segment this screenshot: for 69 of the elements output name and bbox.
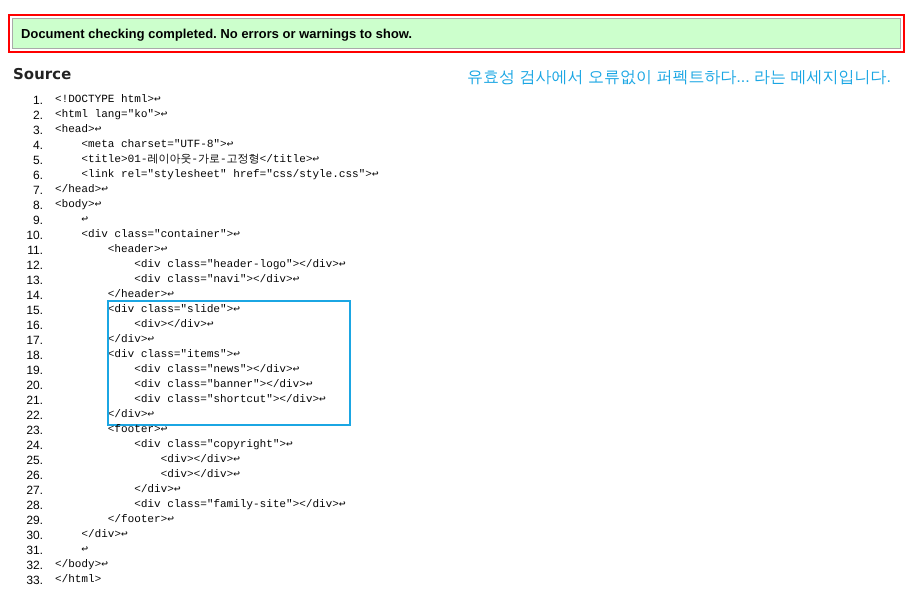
line-number: 5. — [32, 153, 44, 168]
code-line: <body>↩ — [55, 198, 102, 213]
line-number: 15. — [25, 303, 44, 318]
line-number: 10. — [25, 228, 44, 243]
line-number: 2. — [32, 108, 44, 123]
code-line: </body>↩ — [55, 558, 108, 573]
code-line: <meta charset="UTF-8">↩ — [80, 138, 234, 153]
code-line: <div class="copyright">↩ — [133, 438, 293, 453]
line-number: 23. — [25, 423, 44, 438]
code-line: <header>↩ — [106, 243, 168, 258]
success-message: Document checking completed. No errors or warnings to show. — [12, 18, 901, 49]
code-line: <!DOCTYPE html>↩ — [55, 93, 161, 108]
code-line: </div>↩ — [106, 408, 154, 423]
line-number: 12. — [25, 258, 44, 273]
code-line: <div class="header-logo"></div>↩ — [133, 258, 346, 273]
code-line: <html lang="ko">↩ — [55, 108, 168, 123]
line-number: 9. — [32, 213, 44, 228]
code-line: <div></div>↩ — [160, 468, 240, 483]
code-line: <div class="container">↩ — [80, 228, 240, 243]
line-number: 32. — [25, 558, 44, 573]
code-line: </div>↩ — [80, 528, 128, 543]
code-line: </footer>↩ — [106, 513, 174, 528]
line-number: 1. — [32, 93, 44, 108]
code-line: </head>↩ — [55, 183, 108, 198]
line-number: 28. — [25, 498, 44, 513]
code-line: <div class="family-site"></div>↩ — [133, 498, 346, 513]
code-line: <head>↩ — [55, 123, 102, 138]
code-line: <link rel="stylesheet" href="css/style.css">↩ — [80, 168, 378, 183]
code-line: <div></div>↩ — [133, 318, 214, 333]
line-number: 18. — [25, 348, 44, 363]
line-number: 19. — [25, 363, 44, 378]
line-number: 3. — [32, 123, 44, 138]
code-line: <div class="items">↩ — [106, 348, 240, 363]
line-number: 26. — [25, 468, 44, 483]
line-number: 14. — [25, 288, 44, 303]
line-number: 17. — [25, 333, 44, 348]
line-number: 16. — [25, 318, 44, 333]
annotation-text: 유효성 검사에서 오류없이 퍼펙트하다... 라는 메세지입니다. — [466, 68, 891, 88]
code-line: <footer>↩ — [106, 423, 168, 438]
code-line: ↩ — [80, 213, 88, 228]
line-number: 33. — [25, 573, 44, 588]
line-number: 4. — [32, 138, 44, 153]
line-number: 20. — [25, 378, 44, 393]
line-number: 24. — [25, 438, 44, 453]
line-number: 11. — [26, 243, 44, 258]
line-number: 31. — [25, 543, 44, 558]
line-number: 22. — [25, 408, 44, 423]
line-number: 30. — [25, 528, 44, 543]
line-number: 27. — [25, 483, 44, 498]
code-line: </html> — [55, 573, 102, 588]
line-number: 29. — [25, 513, 44, 528]
code-line: <div class="banner"></div>↩ — [133, 378, 312, 393]
code-line: <div class="slide">↩ — [106, 303, 240, 318]
line-number: 7. — [32, 183, 44, 198]
code-line: </div>↩ — [106, 333, 154, 348]
code-line: <div class="navi"></div>↩ — [133, 273, 300, 288]
line-number: 21. — [25, 393, 44, 408]
section-heading: Source — [13, 64, 72, 85]
code-line: ↩ — [80, 543, 88, 558]
line-number: 8. — [32, 198, 44, 213]
code-line: </header>↩ — [106, 288, 174, 303]
code-line: <title>01-레이아웃-가로-고정형</title>↩ — [80, 153, 320, 168]
code-line: <div class="shortcut"></div>↩ — [133, 393, 326, 408]
line-number: 13. — [25, 273, 44, 288]
line-number: 6. — [32, 168, 44, 183]
line-number: 25. — [25, 453, 44, 468]
code-line: </div>↩ — [133, 483, 180, 498]
code-line: <div></div>↩ — [160, 453, 240, 468]
code-line: <div class="news"></div>↩ — [133, 363, 300, 378]
